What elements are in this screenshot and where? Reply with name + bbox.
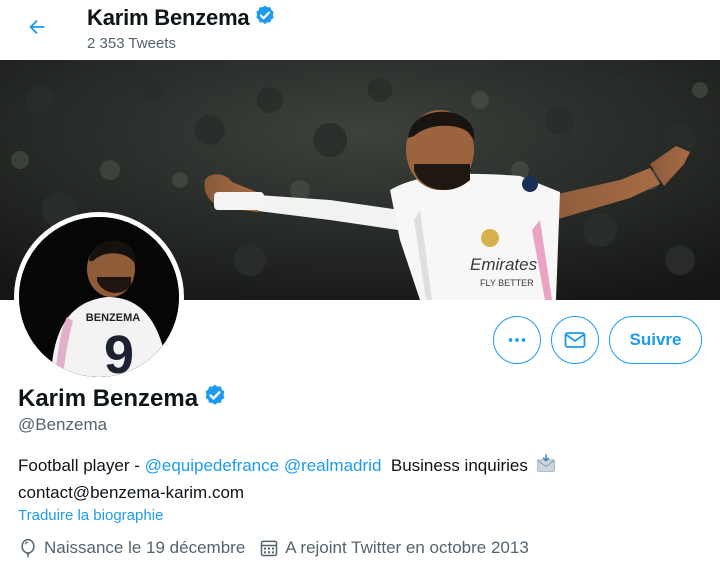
incoming-envelope-icon — [536, 454, 556, 481]
profile-header: Karim Benzema 2 353 Tweets — [0, 0, 720, 60]
translate-bio-link[interactable]: Traduire la biographie — [18, 507, 163, 524]
avatar[interactable]: BENZEMA 9 — [19, 217, 179, 377]
mention-link-realmadrid[interactable]: @realmadrid — [284, 456, 382, 475]
mention-link-equipedefrance[interactable]: @equipedefrance — [145, 456, 279, 475]
bio-business-text: Business inquiries — [390, 456, 528, 475]
banner-sponsor: Emirates — [470, 255, 538, 274]
follow-button[interactable]: Suivre — [609, 316, 702, 364]
bio-email: contact@benzema-karim.com — [18, 483, 245, 502]
verified-badge-icon — [253, 4, 277, 33]
bio-prefix: Football player - — [18, 456, 145, 475]
profile-name: Karim Benzema — [18, 384, 199, 412]
avatar-image: BENZEMA 9 — [19, 217, 179, 377]
back-button[interactable] — [18, 8, 56, 46]
joined-text: A rejoint Twitter en octobre 2013 — [285, 538, 529, 557]
calendar-icon — [261, 540, 278, 557]
birthday-text: Naissance le 19 décembre — [44, 538, 246, 557]
profile-name-row: Karim Benzema — [18, 383, 228, 414]
avatar-jersey-number: 9 — [104, 325, 134, 377]
arrow-left-icon — [29, 19, 45, 35]
header-name: Karim Benzema — [87, 5, 250, 30]
message-button[interactable] — [551, 316, 599, 364]
profile-bio: Football player - @equipedefrance @realm… — [18, 454, 658, 505]
more-options-button[interactable] — [493, 316, 541, 364]
profile-meta: Naissance le 19 décembre A rejoint Twitt… — [18, 538, 543, 558]
more-icon — [508, 338, 526, 342]
verified-badge-icon — [202, 383, 228, 414]
joined-item: A rejoint Twitter en octobre 2013 — [259, 538, 529, 558]
profile-handle: @Benzema — [18, 415, 108, 434]
mail-icon — [564, 332, 586, 348]
tweet-count: 2 353 Tweets — [87, 35, 176, 52]
avatar-jersey-name: BENZEMA — [86, 312, 140, 324]
banner-sponsor-sub: FLY BETTER — [480, 278, 534, 288]
balloon-icon — [21, 538, 35, 558]
birthday-item: Naissance le 19 décembre — [18, 538, 245, 558]
